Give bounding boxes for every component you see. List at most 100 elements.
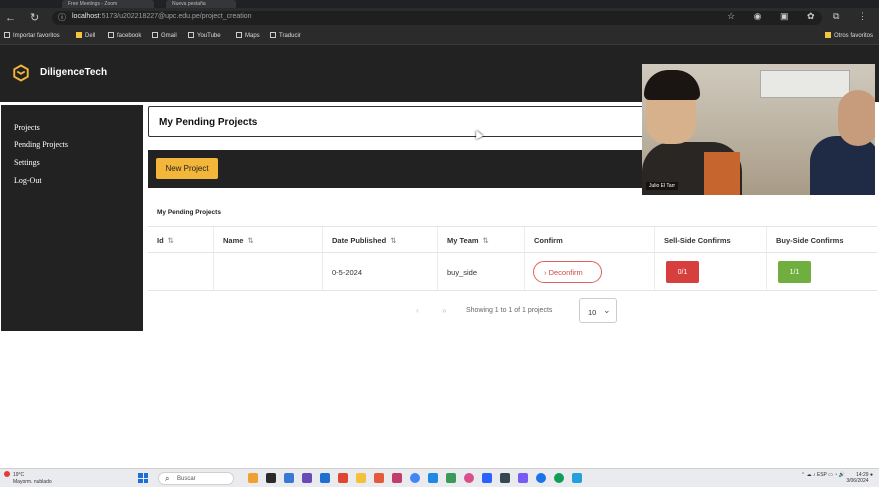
participant-jacket (704, 152, 740, 195)
notification-icon[interactable]: ● (869, 472, 873, 478)
column-header-id[interactable]: Id ⇅ (148, 227, 213, 252)
taskbar-search[interactable]: ⌕ Buscar (158, 472, 234, 485)
sidebar-item-pending-projects[interactable]: Pending Projects (14, 140, 68, 149)
search-placeholder: Buscar (177, 476, 196, 482)
windows-taskbar: 19°C Mayorm. nublado ⌕ Buscar ⌃ ☁ ♪ ESP ▭… (0, 468, 879, 487)
bookmark-translate[interactable]: Traducir (270, 32, 301, 39)
reload-icon[interactable]: ↻ (30, 11, 39, 25)
bookmark-icon (4, 32, 10, 38)
address-bar[interactable]: ⓘ localhost:5173/u202218227@upc.edu.pe/p… (52, 11, 822, 25)
taskbar-app-icon[interactable] (518, 473, 528, 483)
new-project-button[interactable]: New Project (156, 158, 218, 179)
background-window (760, 70, 850, 98)
sell-side-confirms-badge[interactable]: 0/1 (666, 261, 699, 283)
taskbar-app-icon[interactable] (392, 473, 402, 483)
sidebar-item-projects[interactable]: Projects (14, 123, 40, 132)
taskbar-app-icon[interactable] (248, 473, 258, 483)
cell-sell-side-confirms: 0/1 (654, 253, 766, 290)
buy-side-confirms-badge[interactable]: 1/1 (778, 261, 811, 283)
bookmarks-bar: Importar favoritos Dell facebook Gmail Y… (0, 28, 879, 45)
browser-tab-zoom[interactable]: Free Meetings - Zoom (62, 0, 154, 8)
tray-icons[interactable]: ▭ ◔ 🔊 (827, 472, 847, 478)
previous-page-icon[interactable]: ‹ (416, 306, 419, 315)
sort-icon[interactable]: ⇅ (247, 236, 253, 245)
bookmark-dell[interactable]: Dell (76, 32, 95, 39)
page-icon (236, 32, 242, 38)
taskbar-app-icon[interactable] (302, 473, 312, 483)
rows-per-page-value: 10 (588, 308, 597, 317)
bookmark-maps[interactable]: Maps (236, 32, 260, 39)
column-header-date-published[interactable]: Date Published ⇅ (322, 227, 437, 252)
cell-buy-side-confirms: 1/1 (766, 253, 877, 290)
browser-tab-strip: Free Meetings - Zoom Nueva pestaña (0, 0, 879, 8)
weather-widget[interactable]: 19°C Mayorm. nublado (4, 471, 52, 486)
url-text: localhost:5173/u202218227@upc.edu.pe/pro… (72, 13, 252, 20)
page-icon (270, 32, 276, 38)
cell-confirm: › Deconfirm (524, 253, 654, 290)
sidebar: Projects Pending Projects Settings Log-O… (1, 102, 143, 331)
taskbar-app-icon[interactable] (428, 473, 438, 483)
column-header-name[interactable]: Name ⇅ (213, 227, 322, 252)
second-participant-body (810, 136, 875, 195)
page-title-box: My Pending Projects (148, 106, 648, 137)
pagination: ‹ » Showing 1 to 1 of 1 projects 10 ⌄ (412, 298, 622, 323)
sort-icon[interactable]: ⇅ (168, 236, 174, 245)
clock[interactable]: 14:29 3/06/2024 (846, 472, 868, 484)
video-call-overlay[interactable]: Julio El Tarr (642, 64, 875, 195)
bookmark-gmail[interactable]: Gmail (152, 32, 177, 39)
page-icon (152, 32, 158, 38)
taskbar-app-icon[interactable] (284, 473, 294, 483)
folder-icon (76, 32, 82, 38)
logo-icon (13, 64, 29, 82)
last-page-icon[interactable]: » (442, 306, 446, 315)
folder-icon (824, 32, 831, 38)
bookmark-import[interactable]: Importar favoritos (4, 32, 60, 39)
taskbar-app-icon[interactable] (374, 473, 384, 483)
taskbar-app-icon[interactable] (554, 473, 564, 483)
weather-icon (4, 471, 10, 477)
pagination-summary: Showing 1 to 1 of 1 projects (466, 307, 553, 314)
taskbar-app-icon[interactable] (356, 473, 366, 483)
back-icon[interactable]: ← (5, 11, 16, 25)
tray-icons[interactable]: ⌃ ☁ ♪ (801, 472, 817, 478)
column-header-my-team[interactable]: My Team ⇅ (437, 227, 524, 252)
search-icon: ⌕ (165, 474, 170, 483)
project-toolbar: New Project (148, 150, 648, 188)
browser-extension-icons[interactable]: ☆ ◉ ▣ ✿ ⧉ ⋮ (727, 11, 875, 22)
rows-per-page-select[interactable]: 10 ⌄ (579, 298, 617, 323)
taskbar-app-icon[interactable] (266, 473, 276, 483)
taskbar-app-icon[interactable] (500, 473, 510, 483)
taskbar-app-icon[interactable] (464, 473, 474, 483)
site-info-icon[interactable]: ⓘ (58, 11, 66, 25)
column-header-buy-side-confirms: Buy-Side Confirms (766, 227, 877, 252)
tab-label: Free Meetings - Zoom (68, 1, 118, 7)
bookmark-facebook[interactable]: facebook (108, 32, 141, 39)
tab-label: Nueva pestaña (172, 1, 206, 7)
bookmark-youtube[interactable]: YouTube (188, 32, 221, 39)
bookmark-other-favorites[interactable]: Otros favoritos (824, 32, 873, 39)
cell-id (148, 253, 213, 290)
taskbar-app-icon[interactable] (482, 473, 492, 483)
cell-name (213, 253, 322, 290)
taskbar-app-icon[interactable] (410, 473, 420, 483)
taskbar-app-icon[interactable] (446, 473, 456, 483)
taskbar-app-icon[interactable] (572, 473, 582, 483)
deconfirm-button[interactable]: › Deconfirm (533, 261, 602, 283)
taskbar-app-icon[interactable] (338, 473, 348, 483)
start-menu-icon[interactable] (138, 473, 148, 483)
section-label: My Pending Projects (157, 209, 221, 216)
taskbar-app-icon[interactable] (536, 473, 546, 483)
page-title: My Pending Projects (159, 117, 258, 128)
page-icon (108, 32, 114, 38)
sidebar-item-log-out[interactable]: Log-Out (14, 176, 42, 185)
url-path: :5173/u202218227@upc.edu.pe/project_crea… (99, 13, 252, 20)
page-icon (188, 32, 194, 38)
cell-my-team: buy_side (437, 253, 524, 290)
sidebar-item-settings[interactable]: Settings (14, 158, 40, 167)
sort-icon[interactable]: ⇅ (390, 236, 396, 245)
language-indicator[interactable]: ESP (817, 472, 827, 478)
browser-tab-new[interactable]: Nueva pestaña (166, 0, 236, 8)
taskbar-app-icon[interactable] (320, 473, 330, 483)
sort-icon[interactable]: ⇅ (483, 236, 489, 245)
system-tray[interactable]: ⌃ ☁ ♪ ESP ▭ ◔ 🔊 14:29 3/06/2024 ● (801, 472, 873, 484)
